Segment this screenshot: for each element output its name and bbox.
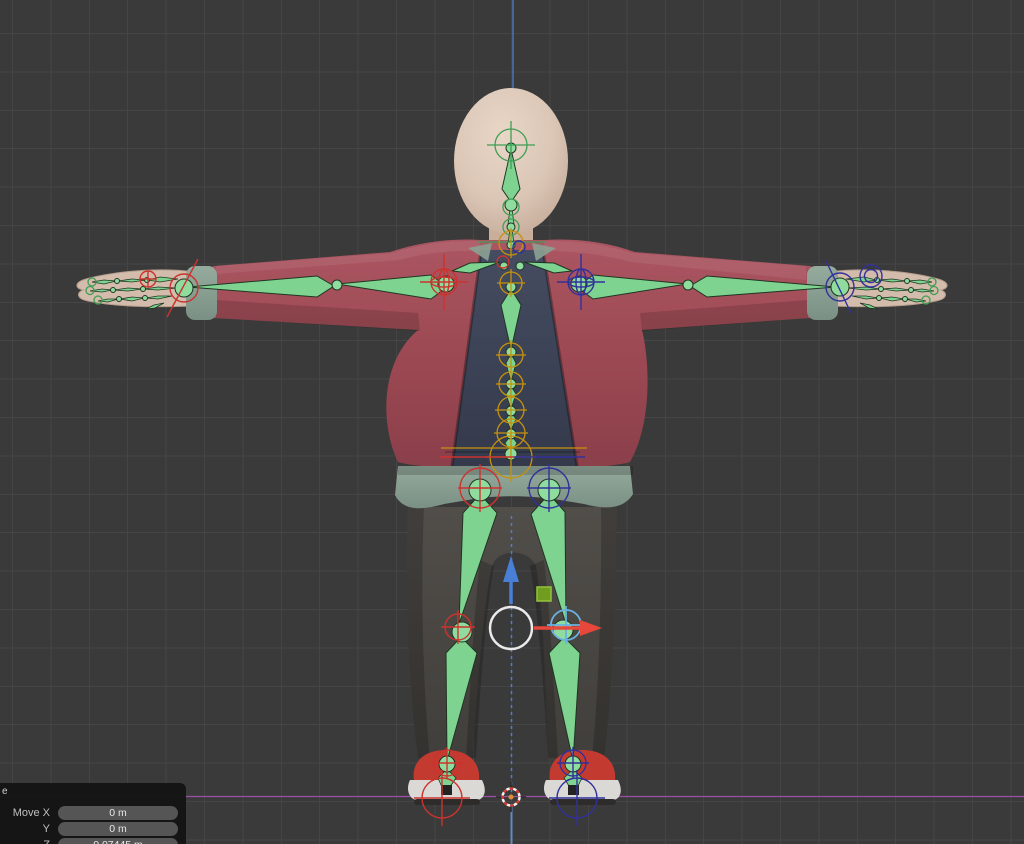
gizmo-z-arrow-head[interactable] xyxy=(503,556,519,582)
operator-panel[interactable]: e Move X 0 m Y 0 m Z 0.07445 m xyxy=(0,783,186,844)
move-x-label: Move X xyxy=(13,805,50,821)
elbow-joint-left[interactable] xyxy=(332,280,342,290)
wrist-joint-left[interactable] xyxy=(175,279,193,297)
3d-viewport[interactable]: e Move X 0 m Y 0 m Z 0.07445 m xyxy=(0,0,1024,844)
cursor-center-dot xyxy=(509,795,514,800)
waistband-shadow xyxy=(398,466,633,475)
operator-panel-header[interactable]: e xyxy=(2,786,8,797)
viewport-scene xyxy=(0,0,1024,844)
move-z-row: Z 0.07445 m xyxy=(0,837,186,844)
move-x-row: Move X 0 m xyxy=(0,805,186,821)
gizmo-y-handle[interactable] xyxy=(537,587,551,601)
move-y-label: Y xyxy=(43,821,50,837)
move-z-field[interactable]: 0.07445 m xyxy=(58,838,178,844)
move-y-field[interactable]: 0 m xyxy=(58,822,178,836)
neck-base-joint-right[interactable] xyxy=(516,262,524,270)
wrist-joint-right[interactable] xyxy=(831,278,849,296)
move-y-row: Y 0 m xyxy=(0,821,186,837)
elbow-joint-right[interactable] xyxy=(683,280,693,290)
3d-cursor xyxy=(496,782,526,812)
move-z-label: Z xyxy=(43,837,50,844)
move-x-field[interactable]: 0 m xyxy=(58,806,178,820)
